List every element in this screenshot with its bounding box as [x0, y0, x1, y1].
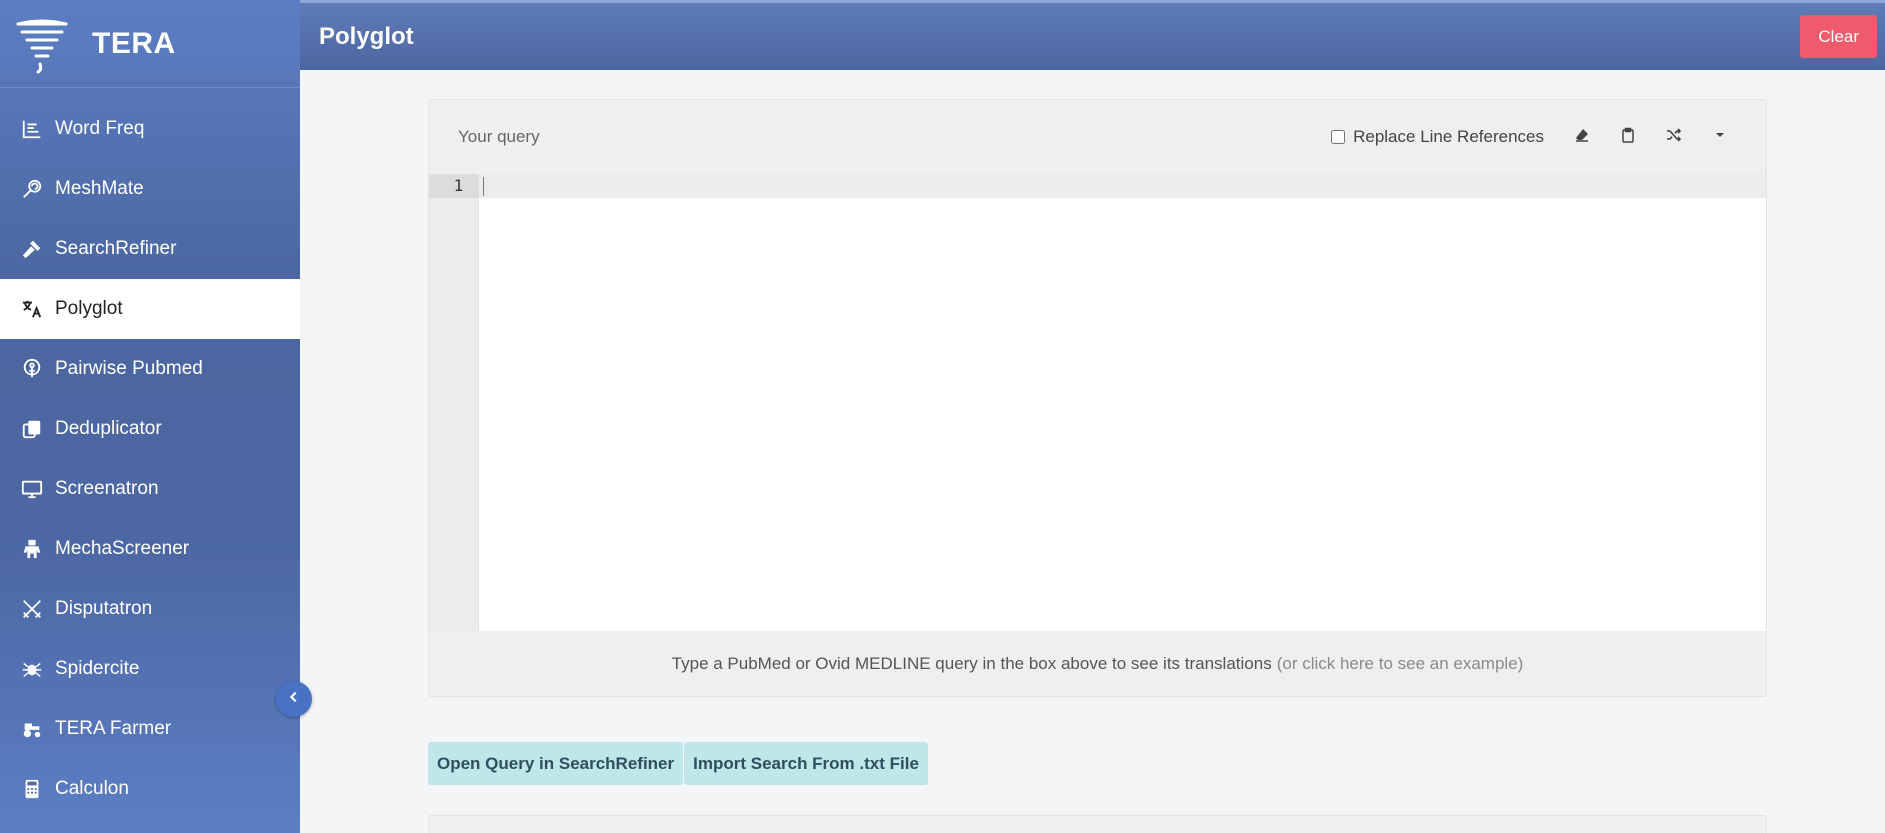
translations-card	[428, 815, 1767, 833]
brand[interactable]: TERA	[0, 0, 300, 88]
sidebar-item-meshmate[interactable]: MeshMate	[0, 159, 300, 219]
sidebar-item-label: MeshMate	[55, 178, 144, 199]
clear-button[interactable]: Clear	[1800, 15, 1877, 58]
editor-gutter: 1	[429, 174, 479, 631]
query-card: Your query Replace Line References 1 Typ…	[428, 99, 1767, 697]
sidebar-item-searchrefiner[interactable]: SearchRefiner	[0, 219, 300, 279]
app-root: TERA Word Freq MeshMate SearchRefiner Po…	[0, 0, 1885, 833]
sidebar-item-label: SearchRefiner	[55, 238, 177, 259]
replace-line-references-checkbox[interactable]	[1331, 130, 1346, 144]
sidebar-item-label: Screenatron	[55, 478, 159, 499]
shuffle-button[interactable]	[1656, 121, 1692, 153]
query-input[interactable]	[479, 174, 1766, 631]
bar-chart-icon	[20, 117, 44, 141]
monitor-icon	[20, 477, 44, 501]
sidebar-item-mechascreener[interactable]: MechaScreener	[0, 519, 300, 579]
line-number: 1	[429, 174, 478, 198]
query-card-title: Your query	[458, 127, 540, 146]
sidebar-item-label: Deduplicator	[55, 418, 162, 439]
sidebar: TERA Word Freq MeshMate SearchRefiner Po…	[0, 0, 300, 833]
sidebar-item-label: Spidercite	[55, 658, 140, 679]
clipboard-icon	[1620, 127, 1636, 148]
sidebar-item-label: Calculon	[55, 778, 129, 799]
sidebar-item-label: MechaScreener	[55, 538, 190, 559]
sidebar-item-label: Polyglot	[55, 298, 123, 319]
sidebar-item-calculon[interactable]: Calculon	[0, 759, 300, 819]
query-card-header: Your query Replace Line References	[429, 100, 1766, 174]
page-title: Polyglot	[319, 22, 414, 50]
translate-icon	[20, 297, 44, 321]
sidebar-item-screenatron[interactable]: Screenatron	[0, 459, 300, 519]
query-help-text: Type a PubMed or Ovid MEDLINE query in t…	[671, 653, 1272, 673]
replace-line-references-label: Replace Line References	[1353, 127, 1544, 146]
sidebar-item-deduplicator[interactable]: Deduplicator	[0, 399, 300, 459]
eraser-icon	[1574, 127, 1590, 148]
top-bar: Polyglot Clear	[300, 0, 1885, 70]
hammer-icon	[20, 237, 44, 261]
shuffle-icon	[1666, 127, 1682, 148]
open-in-searchrefiner-button[interactable]: Open Query in SearchRefiner	[428, 742, 684, 785]
import-txt-button[interactable]: Import Search From .txt File	[684, 742, 928, 785]
person-icon	[20, 357, 44, 381]
copy-icon	[20, 417, 44, 441]
sidebar-item-word-freq[interactable]: Word Freq	[0, 99, 300, 159]
brand-name: TERA	[92, 26, 176, 60]
query-card-footer: Type a PubMed or Ovid MEDLINE query in t…	[429, 631, 1766, 696]
more-options-dropdown[interactable]	[1702, 121, 1738, 153]
sidebar-nav: Word Freq MeshMate SearchRefiner Polyglo…	[0, 99, 300, 819]
tractor-icon	[20, 717, 44, 741]
example-link[interactable]: (or click here to see an example)	[1277, 654, 1524, 674]
replace-line-references-option[interactable]: Replace Line References	[1331, 127, 1544, 147]
sidebar-item-tera-farmer[interactable]: TERA Farmer	[0, 699, 300, 759]
calculator-icon	[20, 777, 44, 801]
sidebar-item-label: Pairwise Pubmed	[55, 358, 203, 379]
editor-code-area[interactable]	[479, 174, 1766, 631]
crossed-swords-icon	[20, 597, 44, 621]
eraser-button[interactable]	[1564, 121, 1600, 153]
tornado-logo-icon	[12, 14, 72, 74]
sidebar-item-pairwise-pubmed[interactable]: Pairwise Pubmed	[0, 339, 300, 399]
chevron-left-icon	[287, 690, 301, 709]
caret-down-icon	[1712, 127, 1728, 148]
lollipop-icon	[20, 177, 44, 201]
query-editor[interactable]: 1	[429, 174, 1766, 631]
query-toolbar: Replace Line References	[1331, 121, 1738, 153]
action-buttons: Open Query in SearchRefiner Import Searc…	[428, 742, 929, 785]
sidebar-item-spidercite[interactable]: Spidercite	[0, 639, 300, 699]
sidebar-item-label: Word Freq	[55, 118, 145, 139]
sidebar-item-label: TERA Farmer	[55, 718, 172, 739]
spider-icon	[20, 657, 44, 681]
robot-icon	[20, 537, 44, 561]
sidebar-item-polyglot[interactable]: Polyglot	[0, 279, 300, 339]
sidebar-item-label: Disputatron	[55, 598, 153, 619]
clipboard-button[interactable]	[1610, 121, 1646, 153]
sidebar-collapse-button[interactable]	[276, 681, 312, 717]
sidebar-item-disputatron[interactable]: Disputatron	[0, 579, 300, 639]
